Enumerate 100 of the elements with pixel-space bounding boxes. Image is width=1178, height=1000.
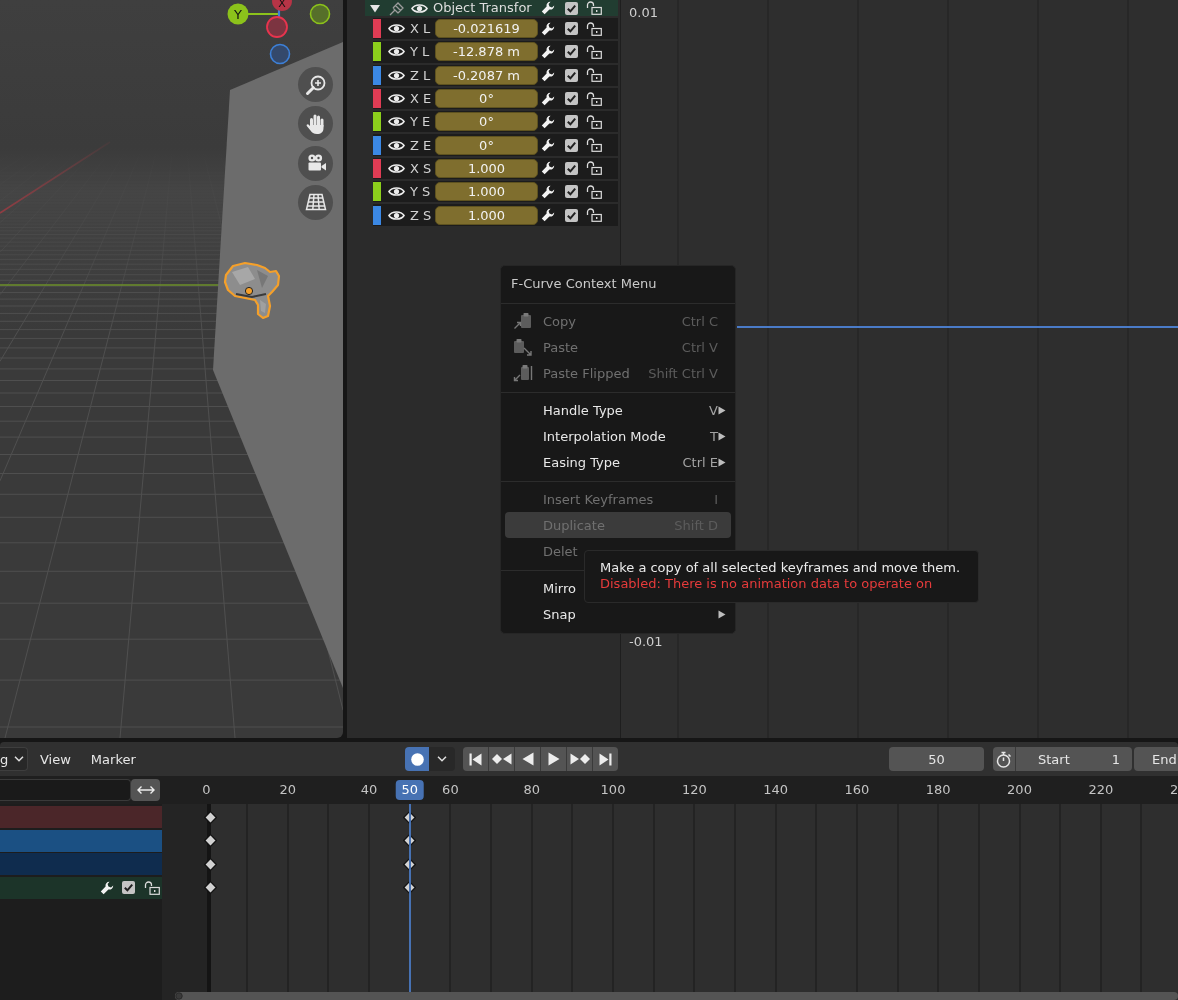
wrench-icon[interactable] [541, 44, 555, 59]
checkbox[interactable] [565, 22, 578, 36]
keyframe-icon[interactable] [204, 881, 218, 894]
unlocked-padlock-icon[interactable] [586, 91, 602, 106]
channel-row[interactable]: Y L -12.878 m [373, 41, 618, 63]
arrow-button[interactable] [131, 779, 160, 801]
wrench-icon[interactable] [541, 91, 555, 106]
checkbox[interactable] [565, 92, 578, 106]
checkbox[interactable] [565, 45, 578, 59]
unlocked-padlock-icon[interactable] [586, 138, 602, 153]
channel-group-row[interactable]: Object Transfor [365, 0, 618, 16]
eye-icon[interactable] [411, 2, 428, 14]
value-field[interactable]: 0° [435, 112, 538, 132]
menu-item[interactable]: Easing Type Ctrl E [505, 449, 731, 475]
checkbox[interactable] [565, 115, 578, 129]
wrench-icon[interactable] [100, 880, 114, 895]
menu-item[interactable]: Interpolation Mode T [505, 423, 731, 449]
checkbox[interactable] [565, 161, 578, 175]
eye-icon[interactable] [388, 69, 405, 81]
current-frame-marker[interactable]: 50 [395, 780, 424, 800]
unlocked-padlock-icon[interactable] [586, 114, 602, 129]
playhead-line[interactable] [408, 804, 411, 992]
channel-row[interactable]: Z E 0° [373, 134, 618, 156]
y-axis-gizmo-button[interactable]: Y [227, 3, 249, 25]
eye-icon[interactable] [388, 46, 405, 58]
keyframe-icon[interactable] [204, 810, 218, 824]
value-field[interactable]: -0.2087 m [435, 65, 538, 85]
playback-button[interactable] [489, 747, 514, 771]
unlocked-padlock-icon[interactable] [586, 208, 602, 222]
checkbox[interactable] [565, 68, 578, 82]
menu-item[interactable]: Handle Type V [505, 397, 731, 423]
keyframe-icon[interactable] [204, 834, 218, 847]
channel-row[interactable]: Y E 0° [373, 111, 618, 133]
auto-keying-button[interactable] [405, 747, 429, 771]
keyframe-icon[interactable] [204, 857, 218, 871]
end-frame-field[interactable]: End [1134, 747, 1178, 771]
channel-row[interactable]: Z L -0.2087 m [373, 64, 618, 86]
pin-icon[interactable] [389, 0, 405, 16]
value-field[interactable]: 1.000 [435, 182, 538, 202]
preview-range-button[interactable] [993, 747, 1016, 771]
value-field[interactable]: 0° [435, 89, 538, 109]
menu-item[interactable]: Snap [505, 601, 731, 627]
jump-to-start-icon [469, 752, 482, 766]
scroll-handle-icon[interactable] [175, 992, 183, 1000]
unlocked-padlock-icon[interactable] [586, 1, 602, 15]
eye-icon[interactable] [388, 162, 405, 174]
value-field[interactable]: -12.878 m [435, 42, 538, 62]
eye-icon[interactable] [388, 186, 405, 198]
eye-icon[interactable] [388, 23, 405, 35]
unlocked-padlock-icon[interactable] [586, 44, 602, 59]
channel-row[interactable]: Y S 1.000 [373, 181, 618, 203]
menu-item[interactable]: Mirro [505, 575, 576, 601]
value-field[interactable]: 1.000 [435, 158, 538, 178]
wrench-icon[interactable] [541, 161, 555, 176]
channel-row[interactable]: Z S 1.000 [373, 204, 618, 226]
keying-options-dropdown[interactable] [429, 747, 455, 771]
wrench-icon[interactable] [541, 114, 555, 129]
unlocked-padlock-icon[interactable] [144, 880, 160, 895]
playback-button[interactable] [593, 747, 618, 771]
channel-row[interactable]: X S 1.000 [373, 157, 618, 180]
unlocked-padlock-icon[interactable] [586, 161, 602, 176]
playback-button[interactable] [463, 747, 488, 771]
value-field[interactable]: -0.021619 [435, 19, 538, 39]
wrench-icon[interactable] [541, 138, 555, 153]
checkbox[interactable] [565, 138, 578, 152]
unlocked-padlock-icon[interactable] [586, 184, 602, 199]
menu-button[interactable]: Marker [82, 747, 144, 771]
channel-row[interactable] [0, 876, 162, 899]
value-field[interactable]: 1.000 [435, 205, 538, 225]
wrench-icon[interactable] [541, 68, 555, 83]
playback-button[interactable] [515, 747, 540, 771]
start-frame-field[interactable]: Start 1 [1016, 747, 1132, 771]
menu-button[interactable]: View [32, 747, 79, 771]
unlocked-padlock-icon[interactable] [586, 21, 602, 36]
current-frame-field[interactable]: 50 [889, 747, 984, 771]
mode-dropdown[interactable]: g [0, 747, 28, 771]
negative-y-gizmo-button[interactable] [309, 3, 331, 25]
checkbox[interactable] [122, 881, 135, 894]
unlocked-padlock-icon[interactable] [586, 68, 602, 83]
eye-icon[interactable] [388, 116, 405, 128]
value-field[interactable]: 0° [435, 135, 538, 155]
checkbox[interactable] [565, 1, 578, 15]
negative-z-gizmo-button[interactable] [269, 43, 291, 65]
wrench-icon[interactable] [541, 21, 555, 36]
channel-row[interactable]: X E 0° [373, 87, 618, 110]
playback-button[interactable] [567, 747, 592, 771]
mesh-object-drawing[interactable] [223, 261, 281, 320]
eye-icon[interactable] [388, 209, 405, 221]
eye-icon[interactable] [388, 139, 405, 151]
channel-row[interactable]: X L -0.021619 [373, 18, 618, 40]
checkbox[interactable] [565, 208, 578, 222]
disclosure-triangle-icon[interactable] [370, 3, 380, 13]
wrench-icon[interactable] [541, 208, 555, 222]
horizontal-scrollbar[interactable] [175, 992, 1178, 1000]
wrench-icon[interactable] [541, 1, 555, 15]
wrench-icon[interactable] [541, 184, 555, 199]
playback-button[interactable] [541, 747, 566, 771]
checkbox[interactable] [565, 185, 578, 199]
eye-icon[interactable] [388, 93, 405, 105]
negative-x-gizmo-button[interactable] [266, 16, 288, 38]
